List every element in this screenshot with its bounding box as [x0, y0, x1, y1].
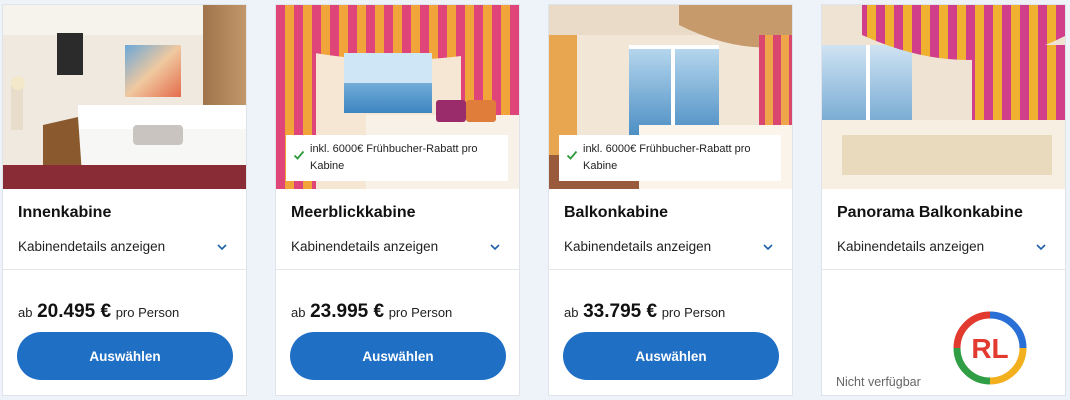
price-amount: 20.495 €	[37, 301, 112, 322]
cabin-price: ab 23.995 € pro Person	[291, 301, 452, 323]
price-suffix: pro Person	[661, 305, 726, 320]
price-prefix: ab	[564, 305, 579, 320]
chevron-down-icon	[217, 244, 227, 251]
cabin-card-balkonkabine: inkl. 6000€ Frühbucher-Rabatt pro Kabine…	[548, 4, 793, 396]
price-suffix: pro Person	[115, 305, 180, 320]
cabin-details-toggle[interactable]: Kabinendetails anzeigen	[564, 239, 780, 259]
card-divider	[276, 269, 519, 270]
cabin-card-list: Innenkabine Kabinendetails anzeigen ab 2…	[0, 0, 1070, 400]
chevron-down-icon	[490, 244, 500, 251]
cabin-photo	[3, 5, 246, 189]
select-cabin-button[interactable]: Auswählen	[17, 332, 233, 380]
early-booking-discount-badge: inkl. 6000€ Frühbucher-Rabatt pro Kabine	[559, 135, 781, 181]
early-booking-discount-badge: inkl. 6000€ Frühbucher-Rabatt pro Kabine	[286, 135, 508, 181]
select-cabin-button[interactable]: Auswählen	[290, 332, 506, 380]
chevron-down-icon	[1036, 244, 1046, 251]
cabin-title: Balkonkabine	[564, 204, 669, 221]
cabin-details-label: Kabinendetails anzeigen	[18, 239, 166, 254]
select-cabin-button[interactable]: Auswählen	[563, 332, 779, 380]
availability-status: Nicht verfügbar	[836, 375, 921, 389]
cabin-card-innenkabine: Innenkabine Kabinendetails anzeigen ab 2…	[2, 4, 247, 396]
card-divider	[822, 269, 1065, 270]
chevron-down-icon	[763, 244, 773, 251]
cabin-card-panorama-balkonkabine: Panorama Balkonkabine Kabinendetails anz…	[821, 4, 1066, 396]
rl-logo: RL	[953, 311, 1027, 385]
cabin-details-label: Kabinendetails anzeigen	[564, 239, 712, 254]
price-amount: 33.795 €	[583, 301, 658, 322]
price-amount: 23.995 €	[310, 301, 385, 322]
cabin-details-toggle[interactable]: Kabinendetails anzeigen	[18, 239, 234, 259]
cabin-title: Innenkabine	[18, 204, 112, 221]
cabin-title: Meerblickkabine	[291, 204, 416, 221]
check-icon	[566, 150, 578, 160]
cabin-title: Panorama Balkonkabine	[837, 204, 1023, 221]
price-prefix: ab	[291, 305, 306, 320]
promo-text: inkl. 6000€ Frühbucher-Rabatt pro Kabine	[583, 143, 751, 172]
cabin-details-label: Kabinendetails anzeigen	[291, 239, 439, 254]
price-prefix: ab	[18, 305, 33, 320]
cabin-price: ab 33.795 € pro Person	[564, 301, 725, 323]
promo-text: inkl. 6000€ Frühbucher-Rabatt pro Kabine	[310, 143, 478, 172]
cabin-details-toggle[interactable]: Kabinendetails anzeigen	[837, 239, 1053, 259]
price-suffix: pro Person	[388, 305, 453, 320]
cabin-details-label: Kabinendetails anzeigen	[837, 239, 985, 254]
cabin-card-meerblickkabine: inkl. 6000€ Frühbucher-Rabatt pro Kabine…	[275, 4, 520, 396]
card-divider	[549, 269, 792, 270]
cabin-details-toggle[interactable]: Kabinendetails anzeigen	[291, 239, 507, 259]
cabin-price: ab 20.495 € pro Person	[18, 301, 179, 323]
check-icon	[293, 150, 305, 160]
card-divider	[3, 269, 246, 270]
cabin-photo	[822, 5, 1065, 189]
logo-text: RL	[971, 333, 1008, 364]
